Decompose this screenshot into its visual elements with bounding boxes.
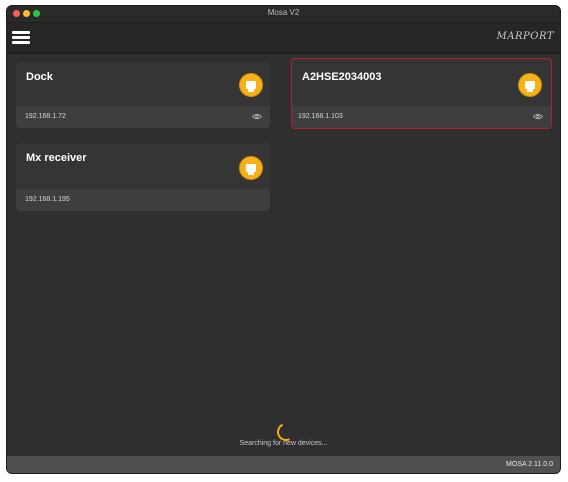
eye-icon[interactable] bbox=[252, 112, 262, 121]
device-ip: 192.168.1.195 bbox=[25, 196, 70, 203]
eye-icon[interactable] bbox=[533, 112, 543, 121]
device-card-mx-receiver[interactable]: Mx receiver 192.168.1.195 bbox=[16, 143, 270, 211]
searching-status: Searching for new devices... bbox=[239, 440, 328, 447]
device-card-dock[interactable]: Dock 192.168.1.72 bbox=[16, 62, 270, 128]
window-title: Mosa V2 bbox=[267, 8, 300, 17]
device-card-a2hse2034003[interactable]: A2HSE2034003 192.168.1.103 bbox=[291, 58, 552, 129]
device-ip: 192.168.1.103 bbox=[298, 113, 343, 120]
ethernet-icon bbox=[518, 73, 542, 97]
title-bar: Mosa V2 bbox=[7, 6, 560, 23]
ethernet-icon bbox=[239, 156, 263, 180]
app-version: MOSA 2.11.0.0 bbox=[506, 461, 553, 468]
device-ip: 192.168.1.72 bbox=[25, 113, 66, 120]
status-bar: MOSA 2.11.0.0 bbox=[7, 456, 560, 473]
device-card-footer: 192.168.1.195 bbox=[16, 189, 270, 211]
ethernet-icon bbox=[239, 73, 263, 97]
marport-logo: MARPORT bbox=[496, 31, 554, 42]
device-name: Dock bbox=[26, 71, 53, 83]
device-list: Dock 192.168.1.72 A2HSE2034003 192.168.1… bbox=[7, 54, 560, 455]
device-name: Mx receiver bbox=[26, 152, 87, 164]
device-name: A2HSE2034003 bbox=[302, 71, 382, 83]
device-card-footer: 192.168.1.103 bbox=[292, 106, 551, 128]
app-window: Mosa V2 MARPORT Dock 192.168.1.72 A2HSE2… bbox=[6, 5, 561, 474]
toolbar: MARPORT bbox=[7, 23, 560, 54]
device-card-footer: 192.168.1.72 bbox=[16, 106, 270, 128]
hamburger-menu-icon[interactable] bbox=[12, 28, 30, 46]
